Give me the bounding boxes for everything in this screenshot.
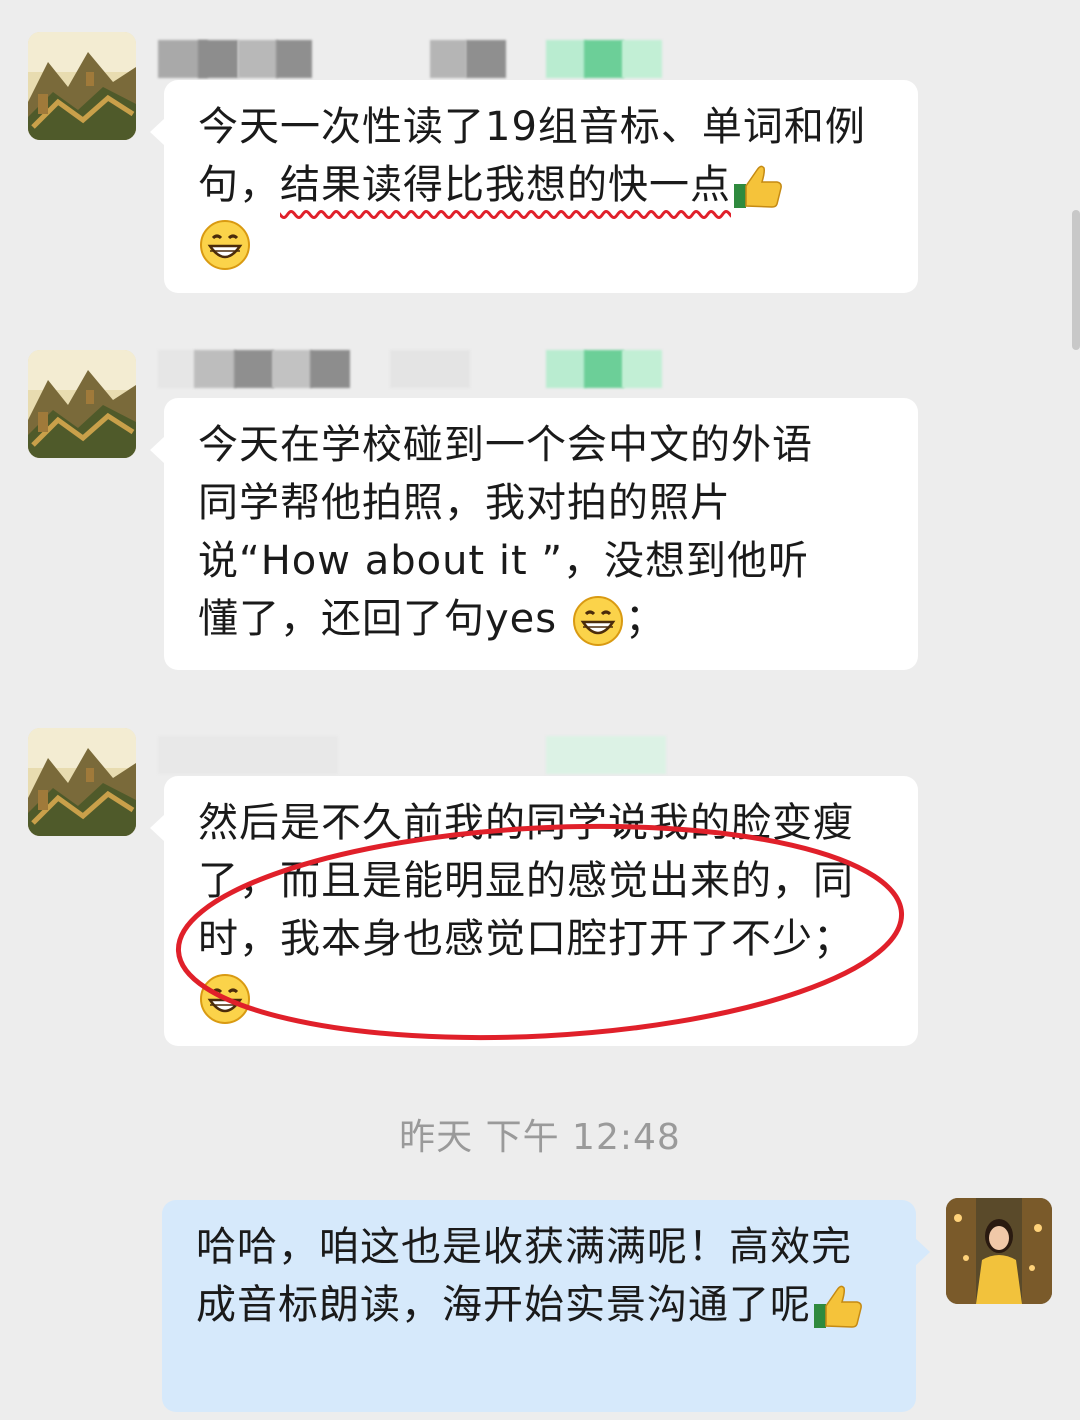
scrollbar[interactable] xyxy=(1072,210,1080,350)
grin-icon xyxy=(198,218,252,272)
thumbs-up-icon xyxy=(811,1280,865,1334)
sender-avatar[interactable] xyxy=(28,32,136,140)
reply-text: 哈哈，咱这也是收获满满呢！高效完成音标朗读，海开始实景沟通了呢 xyxy=(196,1224,852,1328)
great-wall-avatar-image xyxy=(28,32,136,140)
highlighted-text: 结果读得比我想的快一点 xyxy=(280,162,731,208)
great-wall-avatar-image xyxy=(28,350,136,458)
message-bubble[interactable]: 然后是不久前我的同学说我的脸变瘦了，而且是能明显的感觉出来的，同时，我本身也感觉… xyxy=(150,776,918,1046)
message-text: 今天在学校碰到一个会中文的外语同学帮他拍照，我对拍的照片说“How about … xyxy=(198,422,813,642)
message-text: 然后是不久前我的同学说我的脸变瘦了，而且是能明显的感觉出来的，同时，我本身也感觉… xyxy=(198,800,854,962)
woman-portrait-avatar-image xyxy=(946,1198,1052,1304)
great-wall-avatar-image xyxy=(28,728,136,836)
grin-icon xyxy=(571,594,625,648)
reply-bubble[interactable]: 哈哈，咱这也是收获满满呢！高效完成音标朗读，海开始实景沟通了呢 xyxy=(162,1200,930,1412)
message-text-suffix: ； xyxy=(624,596,666,642)
self-avatar[interactable] xyxy=(946,1198,1052,1304)
grin-icon xyxy=(198,972,252,1026)
thumbs-up-icon xyxy=(731,160,785,214)
sender-avatar[interactable] xyxy=(28,350,136,458)
message-bubble[interactable]: 今天在学校碰到一个会中文的外语同学帮他拍照，我对拍的照片说“How about … xyxy=(150,398,918,670)
sender-avatar[interactable] xyxy=(28,728,136,836)
timestamp: 昨天 下午 12:48 xyxy=(399,1117,681,1158)
message-bubble[interactable]: 今天一次性读了19组音标、单词和例句，结果读得比我想的快一点 xyxy=(150,80,918,293)
